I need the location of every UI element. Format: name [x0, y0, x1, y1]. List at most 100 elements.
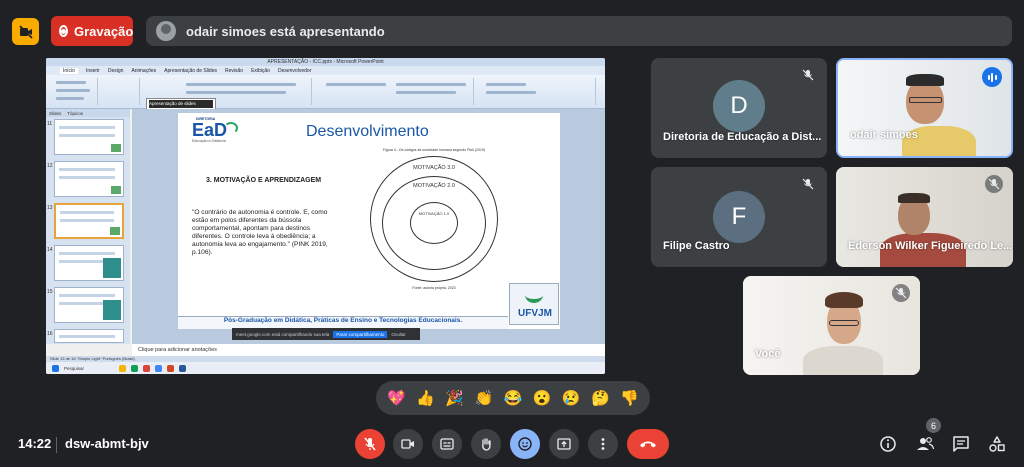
- people-button[interactable]: [914, 433, 936, 455]
- people-icon: [917, 437, 935, 450]
- app-icon: [143, 364, 151, 372]
- reaction-party-button[interactable]: 🎉: [445, 389, 464, 407]
- stop-sharing-button: Parar compartilhamento: [333, 330, 388, 338]
- ppt-ribbon: [46, 75, 605, 109]
- logo-sub-text: Educação a Distância: [192, 139, 226, 143]
- mic-off-icon: [799, 175, 817, 193]
- thumb-number: 11: [47, 121, 53, 127]
- chrome-icon: [155, 364, 163, 372]
- present-screen-icon: [557, 438, 571, 450]
- participant-tile-diretoria[interactable]: D Diretoria de Educação a Dist...: [651, 58, 827, 158]
- recording-button[interactable]: Gravação: [51, 16, 133, 46]
- leave-call-button[interactable]: [627, 429, 669, 459]
- mic-off-icon: [892, 284, 910, 302]
- slide-thumbnail: [54, 245, 124, 281]
- divider: [56, 437, 57, 453]
- raise-hand-button[interactable]: [471, 429, 501, 459]
- participant-name: odair simoes: [850, 129, 918, 141]
- ppt-menu-item: Revisão: [224, 67, 244, 74]
- present-screen-button[interactable]: [549, 429, 579, 459]
- reaction-sad-button[interactable]: 😢: [562, 389, 581, 407]
- reaction-thumbs-up-button[interactable]: 👍: [416, 389, 435, 407]
- participant-video: [803, 346, 883, 375]
- thumb-number: 16: [47, 331, 53, 337]
- ufvjm-logo: UFVJM: [509, 283, 559, 325]
- reaction-laugh-button[interactable]: 😂: [504, 389, 523, 407]
- meeting-code: dsw-abmt-bjv: [65, 436, 149, 451]
- bottom-bar: 14:22 dsw-abmt-bjv: [0, 425, 1024, 467]
- thumb-number: 15: [47, 289, 53, 295]
- activities-icon: [989, 436, 1005, 452]
- ppt-menu-bar: Início Inserir Design Animações Apresent…: [46, 66, 605, 75]
- slide-thumbnails: Slides Tópicos 11 12 13 14 15 16: [46, 109, 130, 344]
- participant-tile-odair[interactable]: odair simoes: [836, 58, 1013, 158]
- meeting-clock: 14:22: [18, 436, 52, 451]
- more-options-button[interactable]: [588, 429, 618, 459]
- slide-title: Desenvolvimento: [306, 123, 429, 140]
- motivation-figure: Figura 4 - Os códigos da sociedade human…: [364, 148, 504, 290]
- slide-quote: "O contrário de autonomia é controle. E,…: [192, 209, 328, 256]
- participant-name: Diretoria de Educação a Dist...: [663, 131, 822, 143]
- current-slide: DIRETORIA EaD Educação a Distância Desen…: [178, 113, 560, 329]
- slide-thumbnail: [54, 287, 124, 323]
- speaking-indicator-icon: [982, 67, 1002, 87]
- reaction-thinking-button[interactable]: 🤔: [591, 389, 610, 407]
- ppt-menu-item: Animações: [131, 67, 157, 74]
- participant-tile-filipe[interactable]: F Filipe Castro: [651, 167, 827, 267]
- recording-label: Gravação: [74, 23, 134, 39]
- video-camera-icon: [401, 439, 414, 449]
- ppt-menu-item: Desenvolvedor: [277, 67, 312, 74]
- logo-main-text: EaD: [192, 120, 228, 140]
- participant-count-badge: 6: [926, 418, 941, 433]
- more-vert-icon: [601, 438, 605, 450]
- screen-share-bar: meet.google.com está compartilhando sua …: [232, 328, 420, 340]
- activities-button[interactable]: [986, 433, 1008, 455]
- app-icon: [131, 364, 139, 372]
- camera-off-indicator[interactable]: [12, 18, 39, 45]
- slide-thumbnail-selected: [54, 203, 124, 239]
- captions-button[interactable]: [432, 429, 462, 459]
- reaction-clap-button[interactable]: 👏: [475, 389, 494, 407]
- video-off-icon: [18, 24, 33, 39]
- ufvjm-leaf-icon: [525, 287, 543, 303]
- ppt-window-title: APRESENTAÇÃO - ICC.pptx - Microsoft Powe…: [46, 58, 605, 66]
- shared-screen: APRESENTAÇÃO - ICC.pptx - Microsoft Powe…: [46, 58, 605, 374]
- thumb-number: 14: [47, 247, 53, 253]
- camera-button[interactable]: [393, 429, 423, 459]
- emoji-reactions-button[interactable]: [510, 429, 540, 459]
- slide-footer: Pós-Graduação em Didática, Práticas de E…: [223, 317, 463, 324]
- meeting-details-button[interactable]: [877, 433, 899, 455]
- taskbar-search: Pesquisar: [64, 365, 85, 371]
- participant-tile-self[interactable]: Você: [743, 276, 920, 375]
- wifi-arc-icon: [224, 122, 238, 134]
- figure-source: Fonte: autoria própria, 2023: [412, 286, 456, 290]
- microphone-button[interactable]: [355, 429, 385, 459]
- ead-logo: DIRETORIA EaD Educação a Distância: [186, 117, 246, 153]
- mic-off-icon: [799, 66, 817, 84]
- reaction-thumbs-down-button[interactable]: 👎: [620, 389, 639, 407]
- participant-tile-ederson[interactable]: Ederson Wilker Figueiredo Le...: [836, 167, 1013, 267]
- captions-icon: [440, 438, 454, 450]
- chat-button[interactable]: [950, 433, 972, 455]
- participant-name: Ederson Wilker Figueiredo Le...: [848, 240, 1013, 252]
- slide-thumbnail: [54, 119, 124, 155]
- slide-thumbnail: [54, 329, 124, 343]
- presenter-banner: odair simoes está apresentando: [146, 16, 1012, 46]
- thumb-tabs: Slides Tópicos: [46, 109, 130, 117]
- circle-label: MOTIVAÇÃO 1.0: [418, 211, 450, 216]
- participant-avatar: D: [713, 80, 765, 132]
- reaction-surprised-button[interactable]: 😮: [533, 389, 552, 407]
- ppt-menu-item: Apresentação de Slides: [164, 67, 217, 74]
- participant-name: Filipe Castro: [663, 240, 730, 252]
- participant-avatar: F: [713, 191, 765, 243]
- top-bar: Gravação odair simoes está apresentando: [0, 0, 1024, 56]
- slideshow-menu-item: Apresentação de slides: [149, 100, 213, 108]
- folder-icon: [119, 364, 127, 372]
- figure-caption: Figura 4 - Os códigos da sociedade human…: [382, 148, 486, 152]
- reaction-heart-button[interactable]: 💖: [387, 389, 406, 407]
- ppt-menu-item: Início: [60, 67, 78, 74]
- thumb-tab: Slides: [49, 110, 62, 116]
- ufvjm-text: UFVJM: [518, 308, 552, 319]
- thumb-number: 13: [47, 205, 53, 211]
- hang-up-icon: [640, 441, 656, 448]
